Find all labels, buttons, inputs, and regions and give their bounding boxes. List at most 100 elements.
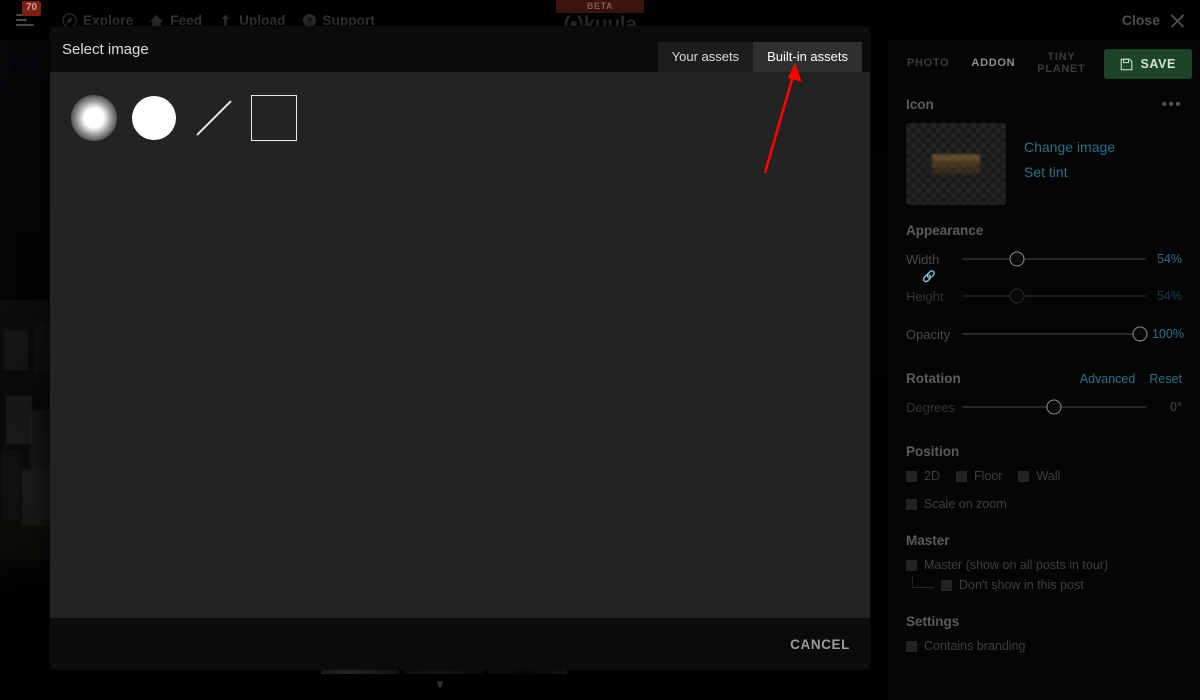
checkbox-box[interactable]	[1018, 470, 1030, 482]
square-outline-icon	[251, 95, 297, 141]
icon-thumbnail-art	[932, 154, 980, 174]
tab-tiny-planet[interactable]: TINY PLANET	[1026, 46, 1096, 82]
addon-properties-panel: PHOTO ADDON TINY PLANET SAVE Icon ••• Ch…	[888, 40, 1200, 700]
width-slider[interactable]	[962, 251, 1146, 267]
checkbox-label: Contains branding	[924, 639, 1026, 653]
checkbox-floor[interactable]: Floor	[955, 469, 1002, 483]
opacity-label: Opacity	[906, 326, 951, 342]
checkbox-box[interactable]	[955, 470, 967, 482]
height-slider-handle[interactable]	[1009, 288, 1025, 304]
solid-circle-icon	[132, 96, 176, 140]
close-x-icon[interactable]	[1169, 12, 1186, 29]
width-label: Width	[906, 251, 940, 267]
soft-glow-circle-icon	[71, 95, 117, 141]
opacity-slider[interactable]	[962, 326, 1148, 342]
checkbox-master[interactable]: Master (show on all posts in tour)	[906, 558, 1182, 572]
tab-built-in-assets[interactable]: Built-in assets	[753, 42, 862, 72]
asset-diagonal-line[interactable]	[184, 90, 244, 146]
width-slider-handle[interactable]	[1009, 251, 1025, 267]
change-image-link[interactable]: Change image	[1024, 139, 1115, 155]
appearance-section: Appearance Width 54% 🔗 Height 54% Opacit…	[906, 223, 1184, 347]
height-value: 54%	[1156, 289, 1182, 303]
rotation-head: Rotation Advanced Reset	[906, 371, 1182, 386]
height-slider[interactable]	[962, 288, 1146, 304]
asset-grid	[50, 72, 870, 618]
checkbox-box[interactable]	[906, 559, 917, 571]
position-section: Position 2D Floor Wall Scale on zoom	[906, 444, 1182, 511]
icon-section-label: Icon	[906, 97, 934, 112]
icon-section-title: Icon •••	[906, 96, 1182, 113]
checkbox-box[interactable]	[906, 640, 917, 652]
rotation-actions: Advanced Reset	[1080, 372, 1182, 386]
close-editor-button[interactable]: Close	[1122, 0, 1186, 40]
panel-content: Icon ••• Change image Set tint Appearanc…	[888, 82, 1200, 653]
slider-rail	[962, 333, 1146, 335]
checkbox-label: Scale on zoom	[924, 497, 1007, 511]
settings-title: Settings	[906, 614, 960, 629]
width-slider-row: Width 54%	[906, 246, 1182, 272]
set-tint-link[interactable]: Set tint	[1024, 164, 1115, 180]
cancel-button[interactable]: CANCEL	[790, 637, 850, 652]
asset-solid-circle[interactable]	[124, 90, 184, 146]
hamburger-line	[16, 24, 34, 26]
settings-section: Settings Contains branding	[906, 614, 1182, 653]
checkbox-label: Master (show on all posts in tour)	[924, 558, 1109, 572]
select-image-modal: Select image Your assets Built-in assets…	[50, 26, 870, 670]
checkbox-box[interactable]	[906, 470, 917, 482]
degrees-value: 0°	[1170, 400, 1182, 414]
kuula-editor-app: ▾ 70 Explore Feed Upload ? Support BETA …	[0, 0, 1200, 700]
checkbox-label: 2D	[924, 469, 940, 483]
position-options: 2D Floor Wall	[906, 469, 1182, 483]
modal-header: Select image Your assets Built-in assets	[50, 26, 870, 72]
asset-soft-glow-circle[interactable]	[64, 90, 124, 146]
master-title: Master	[906, 533, 950, 548]
checkbox-box[interactable]	[906, 498, 917, 510]
checkbox-label: Don't show in this post	[959, 578, 1084, 592]
notification-badge[interactable]: 70	[22, 1, 42, 16]
degrees-slider-handle[interactable]	[1046, 399, 1062, 415]
rotation-title: Rotation	[906, 371, 961, 386]
modal-tab-bar: Your assets Built-in assets	[657, 42, 862, 72]
icon-action-links: Change image Set tint	[1024, 123, 1115, 180]
degrees-slider-row: Degrees 0°	[906, 394, 1182, 420]
icon-thumbnail[interactable]	[906, 123, 1006, 205]
tab-addon[interactable]: ADDON	[960, 46, 1026, 82]
asset-square-outline[interactable]	[244, 90, 304, 146]
rotation-section: Rotation Advanced Reset Degrees 0°	[906, 371, 1182, 420]
checkbox-scale-on-zoom[interactable]: Scale on zoom	[906, 497, 1182, 511]
tab-photo[interactable]: PHOTO	[896, 46, 960, 82]
tree-elbow-icon	[912, 576, 934, 588]
checkbox-2d[interactable]: 2D	[906, 469, 940, 483]
checkbox-box[interactable]	[941, 579, 952, 591]
height-label: Height	[906, 288, 944, 304]
opacity-slider-row: Opacity 100%	[906, 321, 1184, 347]
save-button[interactable]: SAVE	[1104, 49, 1192, 79]
icon-section-row: Change image Set tint	[906, 123, 1182, 205]
chain-link-icon[interactable]: 🔗	[906, 272, 1182, 283]
position-title: Position	[906, 444, 960, 459]
modal-footer: CANCEL	[50, 618, 870, 670]
slider-rail	[962, 295, 1146, 297]
rotation-reset-link[interactable]: Reset	[1149, 372, 1182, 386]
diagonal-line-icon	[191, 95, 237, 141]
more-dots-icon[interactable]: •••	[1162, 96, 1182, 113]
master-nested-row: Don't show in this post	[906, 576, 1182, 592]
slider-rail	[962, 258, 1146, 260]
tab-your-assets[interactable]: Your assets	[657, 42, 754, 72]
close-label: Close	[1121, 12, 1160, 28]
panel-tab-bar: PHOTO ADDON TINY PLANET SAVE	[888, 40, 1200, 82]
width-value: 54%	[1156, 252, 1182, 266]
opacity-value: 100%	[1152, 327, 1184, 341]
appearance-title: Appearance	[906, 223, 984, 238]
svg-text:?: ?	[306, 15, 312, 25]
checkbox-contains-branding[interactable]: Contains branding	[906, 639, 1182, 653]
checkbox-wall[interactable]: Wall	[1018, 469, 1060, 483]
degrees-slider[interactable]	[962, 399, 1146, 415]
opacity-slider-handle[interactable]	[1132, 326, 1148, 342]
hamburger-line	[16, 19, 27, 21]
master-section: Master Master (show on all posts in tour…	[906, 533, 1182, 592]
hamburger-menu-button[interactable]: 70	[6, 0, 46, 40]
rotation-advanced-link[interactable]: Advanced	[1080, 372, 1136, 386]
save-label: SAVE	[1140, 57, 1176, 71]
degrees-label: Degrees	[906, 399, 956, 415]
